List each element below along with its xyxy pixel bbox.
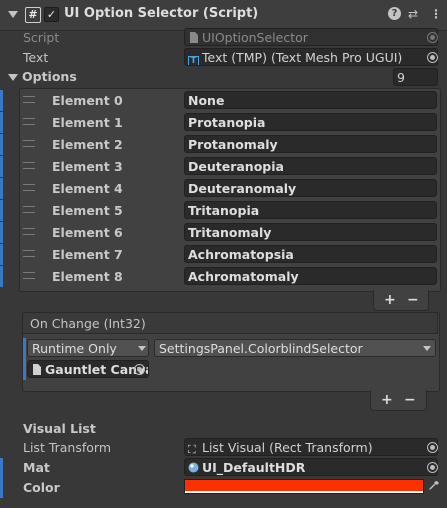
chevron-down-icon (423, 346, 431, 351)
on-change-title: On Change (Int32) (30, 316, 146, 331)
element-value-field[interactable]: Achromatopsia (184, 245, 437, 263)
drag-handle-icon[interactable] (23, 140, 35, 147)
element-value-field[interactable]: Tritanomaly (184, 223, 437, 241)
help-icon[interactable]: ? (388, 7, 401, 20)
text-object-picker-icon[interactable] (427, 52, 438, 63)
element-override-bar (0, 222, 3, 243)
color-swatch[interactable] (184, 479, 424, 494)
drag-handle-icon[interactable] (23, 272, 35, 279)
runtime-value: Runtime Only (32, 341, 117, 356)
element-label: Element 6 (52, 225, 123, 240)
element-label: Element 3 (52, 159, 123, 174)
drag-handle-icon[interactable] (23, 228, 35, 235)
add-listener-button[interactable]: + (381, 392, 393, 408)
drag-handle-icon[interactable] (23, 184, 35, 191)
mat-field[interactable]: UI_DefaultHDR (184, 458, 438, 476)
text-field[interactable]: T Text (TMP) (Text Mesh Pro UGUI) (184, 48, 438, 66)
material-icon (188, 462, 199, 473)
element-value-field[interactable]: Deuteranopia (184, 157, 437, 175)
mat-object-picker-icon[interactable] (427, 462, 438, 473)
element-label: Element 0 (52, 93, 123, 108)
mat-value: UI_DefaultHDR (202, 460, 306, 475)
more-icon[interactable]: ⋮ (430, 7, 442, 21)
script-file-icon (190, 32, 198, 43)
foldout-arrow-icon[interactable] (8, 11, 18, 18)
script-field: UIOptionSelector (184, 28, 438, 46)
script-object-picker-icon (427, 32, 438, 43)
list-transform-value: List Visual (Rect Transform) (202, 440, 373, 455)
element-label: Element 8 (52, 269, 123, 284)
element-label: Element 2 (52, 137, 123, 152)
element-label: Element 7 (52, 247, 123, 262)
options-label: Options (22, 69, 77, 84)
element-override-bar (0, 112, 3, 133)
element-value-field[interactable]: None (184, 91, 437, 109)
element-override-bar (0, 134, 3, 155)
remove-listener-button[interactable]: − (404, 392, 416, 408)
options-foldout-icon[interactable] (8, 74, 18, 81)
element-value-field[interactable]: Protanopia (184, 113, 437, 131)
element-value-field[interactable]: Tritanopia (184, 201, 437, 219)
element-label: Element 1 (52, 115, 123, 130)
presets-icon[interactable]: ⇄ (408, 7, 418, 21)
drag-handle-icon[interactable] (23, 96, 35, 103)
list-transform-label: List Transform (23, 440, 112, 455)
color-label: Color (23, 480, 60, 495)
element-label: Element 4 (52, 181, 123, 196)
enable-checkbox[interactable]: ✓ (44, 7, 59, 22)
drag-handle-icon[interactable] (23, 162, 35, 169)
element-override-bar (0, 200, 3, 221)
chevron-down-icon (138, 346, 146, 351)
on-change-header: On Change (Int32) (22, 312, 438, 334)
element-value-field[interactable]: Protanomaly (184, 135, 437, 153)
rect-transform-icon: ⛶ (188, 443, 196, 456)
script-icon: # (25, 7, 41, 23)
function-dropdown[interactable]: SettingsPanel.ColorblindSelector (154, 339, 436, 357)
event-footer: + − (370, 390, 427, 411)
element-override-bar (0, 178, 3, 199)
text-label: Text (23, 50, 49, 65)
script-label: Script (23, 30, 60, 45)
element-value-field[interactable]: Achromatomaly (184, 267, 437, 285)
element-override-bar (0, 156, 3, 177)
list-transform-picker-icon[interactable] (427, 442, 438, 453)
element-override-bar (0, 90, 3, 111)
list-transform-field[interactable]: ⛶ List Visual (Rect Transform) (184, 438, 438, 456)
runtime-dropdown[interactable]: Runtime Only (27, 339, 149, 357)
eyedropper-icon[interactable] (428, 480, 440, 492)
tmp-text-icon: T (188, 56, 199, 65)
component-title: UI Option Selector (Script) (64, 6, 259, 21)
add-element-button[interactable]: + (384, 292, 396, 308)
mat-label: Mat (23, 460, 50, 475)
script-value: UIOptionSelector (202, 30, 308, 45)
element-override-bar (0, 244, 3, 265)
visual-list-heading: Visual List (23, 421, 96, 436)
drag-handle-icon[interactable] (23, 118, 35, 125)
options-size-field[interactable]: 9 (393, 68, 438, 86)
event-selection-bar (23, 338, 26, 380)
element-label: Element 5 (52, 203, 123, 218)
remove-element-button[interactable]: − (407, 292, 419, 308)
scene-object-icon (33, 364, 41, 375)
options-footer: + − (373, 290, 429, 311)
function-value: SettingsPanel.ColorblindSelector (159, 341, 363, 356)
text-value: Text (TMP) (Text Mesh Pro UGUI) (202, 50, 403, 65)
element-value-field[interactable]: Deuteranomaly (184, 179, 437, 197)
drag-handle-icon[interactable] (23, 206, 35, 213)
event-target-field[interactable]: Gauntlet Canva (27, 360, 149, 378)
component-header: # ✓ UI Option Selector (Script) ? ⇄ ⋮ (0, 0, 447, 31)
event-object-picker-icon[interactable] (134, 364, 145, 375)
element-override-bar (0, 266, 3, 287)
mat-override-bar (0, 458, 3, 498)
drag-handle-icon[interactable] (23, 250, 35, 257)
